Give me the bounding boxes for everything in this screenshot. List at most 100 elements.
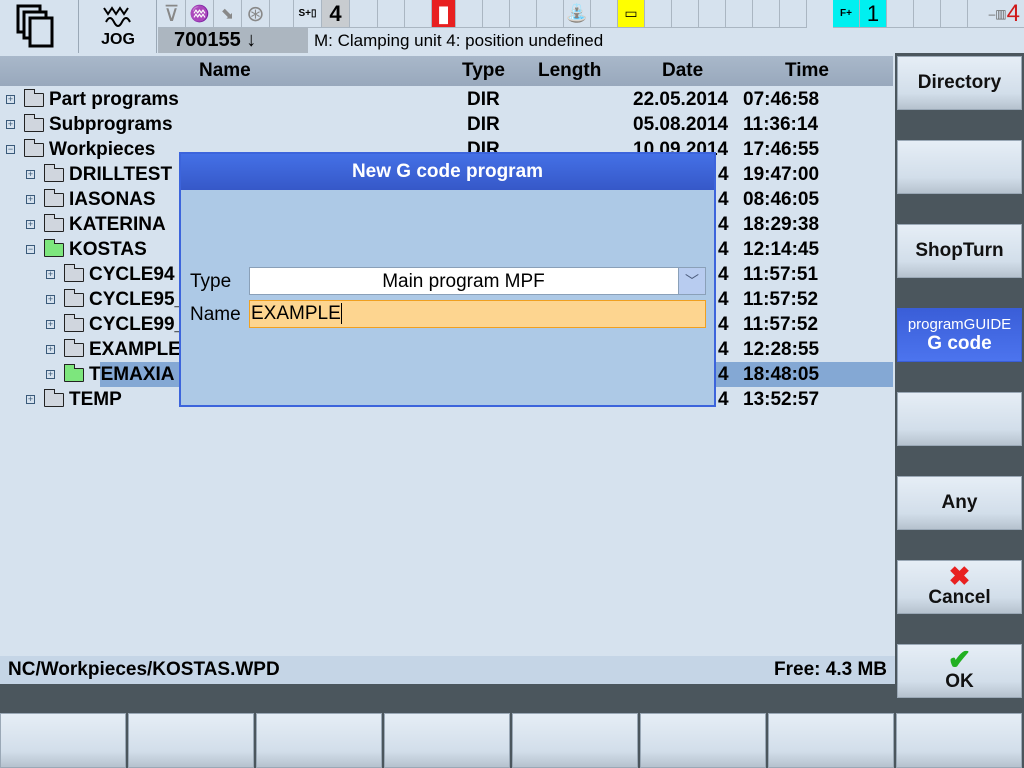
expand-icon[interactable]: +	[6, 120, 15, 129]
row-time: 12:14:45	[743, 239, 820, 260]
row-date: 4	[718, 164, 729, 185]
reset-icon: ♒	[186, 0, 214, 28]
programguide-label: programGUIDE	[907, 315, 1012, 333]
row-time: 11:57:51	[743, 264, 819, 285]
feed-override-icon: F+	[833, 0, 860, 28]
row-name: CYCLE95_	[89, 289, 186, 310]
row-name: KATERINA	[69, 214, 166, 235]
header-type[interactable]: Type	[462, 60, 505, 82]
row-time: 11:57:52	[743, 314, 819, 335]
folder-icon	[64, 289, 84, 307]
folder-icon	[24, 114, 44, 132]
row-time: 13:52:57	[743, 389, 820, 410]
row-date: 4	[718, 389, 729, 410]
alarm-message: M: Clamping unit 4: position undefined	[314, 31, 604, 50]
tool-icon: ▭	[618, 0, 645, 28]
folder-icon	[64, 339, 84, 357]
row-date: 4	[718, 339, 729, 360]
expand-icon[interactable]: +	[46, 295, 55, 304]
horizontal-softkey-5[interactable]	[512, 713, 638, 768]
spindle-number: 4	[322, 0, 350, 28]
any-softkey[interactable]: Any	[897, 476, 1022, 530]
row-type: DIR	[467, 89, 500, 110]
expand-icon[interactable]: +	[26, 170, 35, 179]
ok-softkey[interactable]: ✔ OK	[897, 644, 1022, 698]
row-type: DIR	[467, 114, 500, 135]
window-switch-button[interactable]	[0, 0, 79, 53]
jog-mode-icon	[103, 6, 131, 27]
row-name: EXAMPLE	[89, 339, 181, 360]
row-date: 4	[718, 189, 729, 210]
collapse-icon[interactable]: −	[6, 145, 15, 154]
spindle-icon: S+▯	[294, 0, 322, 28]
channel-number: 4	[1006, 0, 1020, 27]
door-alarm-icon: ▮	[432, 0, 456, 28]
top-status-bar: JOG ⊽ ♒ ⬊ ⊛ S+▯ 4 ▮ ⛲ ▭ F+ 1 –▥ 4 700155 …	[0, 0, 1024, 53]
row-time: 11:36:14	[743, 114, 819, 135]
directory-label: Directory	[917, 72, 1002, 93]
new-program-dialog: New G code program Type Main program MPF…	[179, 152, 716, 407]
header-name[interactable]: Name	[199, 60, 251, 82]
row-name: DRILLTEST	[69, 164, 173, 185]
table-row[interactable]: + Subprograms DIR 05.08.2014 11:36:14	[0, 112, 893, 137]
current-path: NC/Workpieces/KOSTAS.WPD	[8, 659, 280, 680]
channel-indicator: –▥ 4	[968, 0, 1024, 28]
directory-softkey[interactable]: Directory	[897, 56, 1022, 110]
shopturn-softkey[interactable]: ShopTurn	[897, 224, 1022, 278]
header-date[interactable]: Date	[662, 60, 703, 82]
header-time[interactable]: Time	[785, 60, 829, 82]
softkey-2[interactable]	[897, 140, 1022, 194]
ok-label: OK	[945, 671, 974, 692]
row-date: 4	[718, 264, 729, 285]
collapse-icon[interactable]: −	[26, 245, 35, 254]
horizontal-softkey-3[interactable]	[256, 713, 382, 768]
row-date: 4	[718, 214, 729, 235]
horizontal-softkey-1[interactable]	[0, 713, 126, 768]
programguide-gcode-softkey[interactable]: programGUIDE G code	[897, 308, 1022, 362]
row-date: 4	[718, 239, 729, 260]
program-number: 700155 ↓	[158, 28, 308, 53]
row-date: 4	[718, 364, 729, 385]
row-time: 18:29:38	[743, 214, 820, 235]
expand-icon[interactable]: +	[26, 195, 35, 204]
gcode-label: G code	[927, 332, 992, 354]
row-time: 19:47:00	[743, 164, 820, 185]
chevron-down-icon[interactable]: ﹀	[678, 268, 705, 294]
expand-icon[interactable]: +	[26, 395, 35, 404]
softkey-5[interactable]	[897, 392, 1022, 446]
row-name: CYCLE99_	[89, 314, 186, 335]
shopturn-label: ShopTurn	[915, 240, 1004, 261]
coolant-icon: ⛲	[564, 0, 591, 28]
folder-icon	[44, 389, 64, 407]
type-dropdown-value: Main program MPF	[382, 271, 545, 292]
folder-icon	[64, 364, 84, 382]
row-name: IASONAS	[69, 189, 156, 210]
name-label: Name	[190, 304, 241, 325]
expand-icon[interactable]: +	[26, 220, 35, 229]
table-row[interactable]: + Part programs DIR 22.05.2014 07:46:58	[0, 87, 893, 112]
horizontal-softkey-7[interactable]	[768, 713, 894, 768]
header-length[interactable]: Length	[538, 60, 601, 82]
type-label: Type	[190, 271, 232, 292]
expand-icon[interactable]: +	[46, 370, 55, 379]
expand-icon[interactable]: +	[46, 345, 55, 354]
row-time: 08:46:05	[743, 189, 820, 210]
expand-icon[interactable]: +	[46, 320, 55, 329]
row-date: 22.05.2014	[633, 89, 729, 110]
horizontal-softkey-2[interactable]	[128, 713, 254, 768]
row-name: KOSTAS	[69, 239, 147, 260]
horizontal-softkey-8[interactable]	[896, 713, 1022, 768]
checkmark-icon: ✔	[947, 644, 972, 675]
type-dropdown[interactable]: Main program MPF ﹀	[249, 267, 706, 295]
row-name: Subprograms	[49, 114, 173, 135]
expand-icon[interactable]: +	[46, 270, 55, 279]
cancel-softkey[interactable]: ✖ Cancel	[897, 560, 1022, 614]
folder-icon	[64, 264, 84, 282]
folder-icon	[44, 164, 64, 182]
horizontal-softkey-4[interactable]	[384, 713, 510, 768]
table-header: Name Type Length Date Time	[0, 56, 893, 86]
expand-icon[interactable]: +	[6, 95, 15, 104]
row-name: TEMAXIA	[89, 364, 175, 385]
name-input[interactable]: EXAMPLE	[249, 300, 706, 328]
horizontal-softkey-6[interactable]	[640, 713, 766, 768]
